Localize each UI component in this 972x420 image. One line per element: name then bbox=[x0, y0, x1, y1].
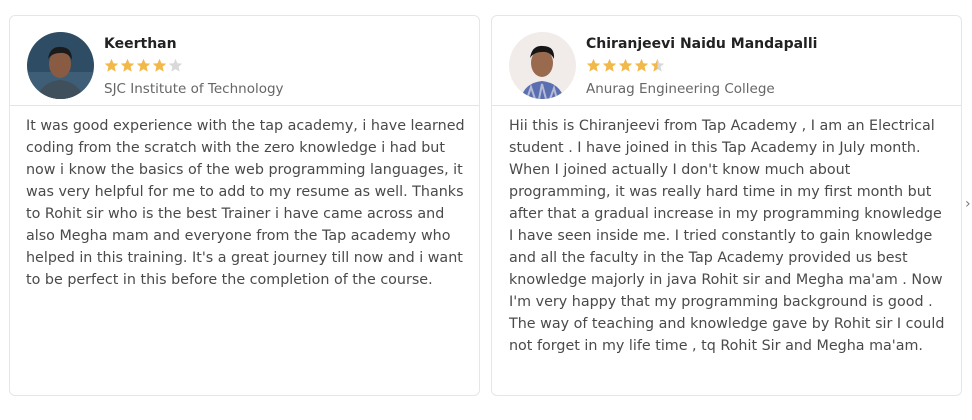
reviewer-organization: SJC Institute of Technology bbox=[104, 81, 284, 97]
review-text: Hii this is Chiranjeevi from Tap Academy… bbox=[509, 118, 945, 354]
star-filled-icon bbox=[586, 58, 601, 72]
rating-stars bbox=[586, 58, 665, 76]
star-filled-icon bbox=[136, 58, 151, 72]
star-filled-icon bbox=[152, 58, 167, 72]
rating-stars bbox=[104, 58, 183, 76]
star-half-icon bbox=[650, 58, 665, 72]
avatar bbox=[509, 32, 576, 99]
reviewer-name: Keerthan bbox=[104, 36, 177, 52]
star-filled-icon bbox=[104, 58, 119, 72]
review-header: Keerthan SJC Institute of Technology bbox=[10, 16, 479, 106]
star-filled-icon bbox=[634, 58, 649, 72]
review-text: It was good experience with the tap acad… bbox=[26, 118, 465, 288]
review-card: Keerthan SJC Institute of Technology It … bbox=[9, 15, 480, 396]
avatar bbox=[27, 32, 94, 99]
review-header: Chiranjeevi Naidu Mandapalli Anurag Engi… bbox=[492, 16, 961, 106]
chevron-right-icon[interactable]: › bbox=[965, 196, 972, 216]
star-filled-icon bbox=[602, 58, 617, 72]
star-filled-icon bbox=[120, 58, 135, 72]
star-filled-icon bbox=[618, 58, 633, 72]
reviewer-organization: Anurag Engineering College bbox=[586, 81, 775, 97]
review-card: Chiranjeevi Naidu Mandapalli Anurag Engi… bbox=[491, 15, 962, 396]
reviewer-name: Chiranjeevi Naidu Mandapalli bbox=[586, 36, 818, 52]
star-empty-icon bbox=[168, 58, 183, 72]
